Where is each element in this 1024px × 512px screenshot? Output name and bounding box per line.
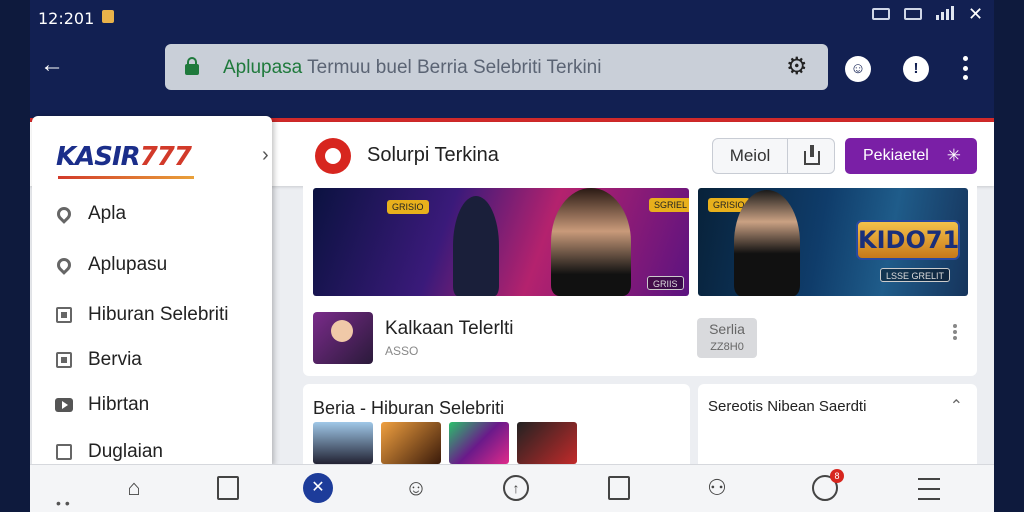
banner-caption: LSSE GRELIT: [880, 268, 951, 282]
list-thumbnail: [313, 312, 373, 364]
gossip-card: Sereotis Nibean Saerdti ⌃: [698, 384, 977, 464]
location-pin-icon: [54, 204, 74, 224]
bookmark-icon[interactable]: [213, 473, 243, 503]
camera-icon: [54, 442, 74, 462]
signal-icon: [936, 6, 954, 20]
upload-icon[interactable]: ↑: [501, 473, 531, 503]
collapse-icon[interactable]: ›: [262, 144, 269, 167]
url-path: Termuu buel Berria Selebriti Terkini: [302, 57, 602, 78]
home-icon[interactable]: ⌂: [119, 473, 149, 503]
url-scheme: Aplupasa: [223, 57, 303, 78]
app-window: 12:201 ✕ ← Aplupasa Termuu buel Berria S…: [30, 0, 994, 512]
document-icon[interactable]: [604, 473, 634, 503]
chat-icon[interactable]: 8: [810, 469, 844, 503]
brand-text: KASIR: [56, 142, 141, 172]
sidebar-item-label: Apla: [88, 203, 127, 224]
primary-action-button[interactable]: Pekiaetel ✳: [845, 138, 977, 174]
gear-icon[interactable]: ⚙: [786, 55, 810, 79]
close-icon[interactable]: ✕: [968, 5, 984, 23]
more-menu-icon[interactable]: [962, 56, 968, 80]
sidebar-item-hiburan-selebriti[interactable]: Hiburan Selebriti: [54, 301, 264, 329]
sidebar-item-apla[interactable]: Apla: [54, 200, 264, 228]
browser-toolbar: ← Aplupasa Termuu buel Berria Selebriti …: [30, 34, 994, 118]
badge-label: Serlia: [709, 321, 745, 337]
site-title: Solurpi Terkina: [367, 144, 499, 166]
overflow-dots-icon[interactable]: ••: [56, 495, 74, 511]
banner-tag: GRISIO: [387, 200, 429, 214]
alert-icon[interactable]: !: [903, 56, 929, 82]
back-arrow-icon[interactable]: ←: [40, 52, 66, 78]
notification-icon: [102, 10, 114, 23]
lock-icon: [185, 57, 199, 75]
site-logo-icon[interactable]: [315, 138, 351, 174]
notification-badge: 8: [830, 469, 844, 483]
sidebar-item-duglaian[interactable]: Duglaian: [54, 438, 264, 466]
featured-banner-2[interactable]: GRISIO KIDO71 LSSE GRELIT: [698, 188, 968, 296]
side-drawer: KASIR777 › Apla Aplupasu Hiburan Selebri…: [32, 116, 272, 466]
brand-number: 777: [139, 142, 192, 172]
sidebar-item-label: Hibrtan: [88, 394, 150, 415]
share-button[interactable]: [787, 138, 835, 174]
status-bar: 12:201 ✕: [30, 0, 994, 34]
smiley-icon[interactable]: ☺: [845, 56, 871, 82]
badge-sublabel: ZZ8H0: [710, 341, 744, 353]
more-options-icon[interactable]: [953, 324, 957, 340]
battery-icon: [904, 8, 922, 20]
square-icon: [54, 350, 74, 370]
news-thumbnail[interactable]: [313, 422, 373, 464]
play-icon: [54, 395, 74, 415]
banner-tag: GRIIS: [647, 276, 684, 290]
sidebar-item-bervia[interactable]: Bervia: [54, 346, 264, 374]
news-thumbnail[interactable]: [381, 422, 441, 464]
brand-logo[interactable]: KASIR777: [56, 142, 192, 172]
performer-image: [453, 196, 499, 296]
news-card-title: Beria - Hiburan Selebriti: [313, 398, 505, 418]
cast-icon: [872, 8, 890, 20]
people-icon[interactable]: ⚇: [702, 473, 732, 503]
sidebar-item-label: Aplupasu: [88, 254, 168, 275]
sparkle-icon: ✳: [946, 146, 961, 165]
menu-icon[interactable]: [914, 478, 944, 500]
kido-logo: KIDO71: [856, 220, 960, 260]
bottom-navigation: •• ⌂ ✕ ☺ ↑ ⚇ 8: [30, 464, 994, 512]
chart-box-icon: [54, 305, 74, 325]
address-bar[interactable]: Aplupasa Termuu buel Berria Selebriti Te…: [165, 44, 828, 90]
meiol-button[interactable]: Meiol: [712, 138, 788, 174]
location-pin-icon: [54, 255, 74, 275]
banner-tag: SGRIEL: [649, 198, 689, 212]
explore-icon[interactable]: ✕: [303, 473, 333, 503]
sidebar-item-label: Bervia: [88, 349, 142, 370]
url-text[interactable]: Aplupasa Termuu buel Berria Selebriti Te…: [223, 57, 601, 79]
news-thumbnail[interactable]: [449, 422, 509, 464]
sidebar-item-aplupasu[interactable]: Aplupasu: [54, 251, 264, 279]
status-icons: ✕: [872, 5, 984, 23]
list-item-subtitle: ASSO: [385, 344, 419, 358]
sidebar-item-label: Hiburan Selebriti: [88, 304, 229, 325]
portrait-image: [734, 190, 800, 296]
chevron-up-icon[interactable]: ⌃: [950, 396, 963, 416]
gamepad-icon[interactable]: ☺: [401, 473, 431, 503]
featured-banner-1[interactable]: GRISIO SGRIEL GRIIS: [313, 188, 689, 296]
primary-action-label: Pekiaetel: [863, 147, 929, 164]
featured-card: GRISIO SGRIEL GRIIS GRISIO KIDO71 LSSE G…: [303, 186, 977, 376]
news-thumbnail[interactable]: [517, 422, 577, 464]
gossip-card-title: Sereotis Nibean Saerdti: [708, 398, 867, 415]
sidebar-item-hibrtan[interactable]: Hibrtan: [54, 391, 264, 419]
brand-underline: [58, 176, 194, 179]
status-badge: Serlia ZZ8H0: [697, 318, 757, 358]
list-item-title: Kalkaan Telerlti: [385, 318, 514, 339]
list-item[interactable]: Kalkaan Telerlti ASSO Serlia ZZ8H0: [303, 306, 977, 376]
news-card: Beria - Hiburan Selebriti: [303, 384, 690, 464]
portrait-image: [551, 188, 631, 296]
sidebar-item-label: Duglaian: [88, 441, 163, 462]
news-thumbnails: [313, 422, 577, 464]
status-time: 12:201: [38, 9, 95, 28]
